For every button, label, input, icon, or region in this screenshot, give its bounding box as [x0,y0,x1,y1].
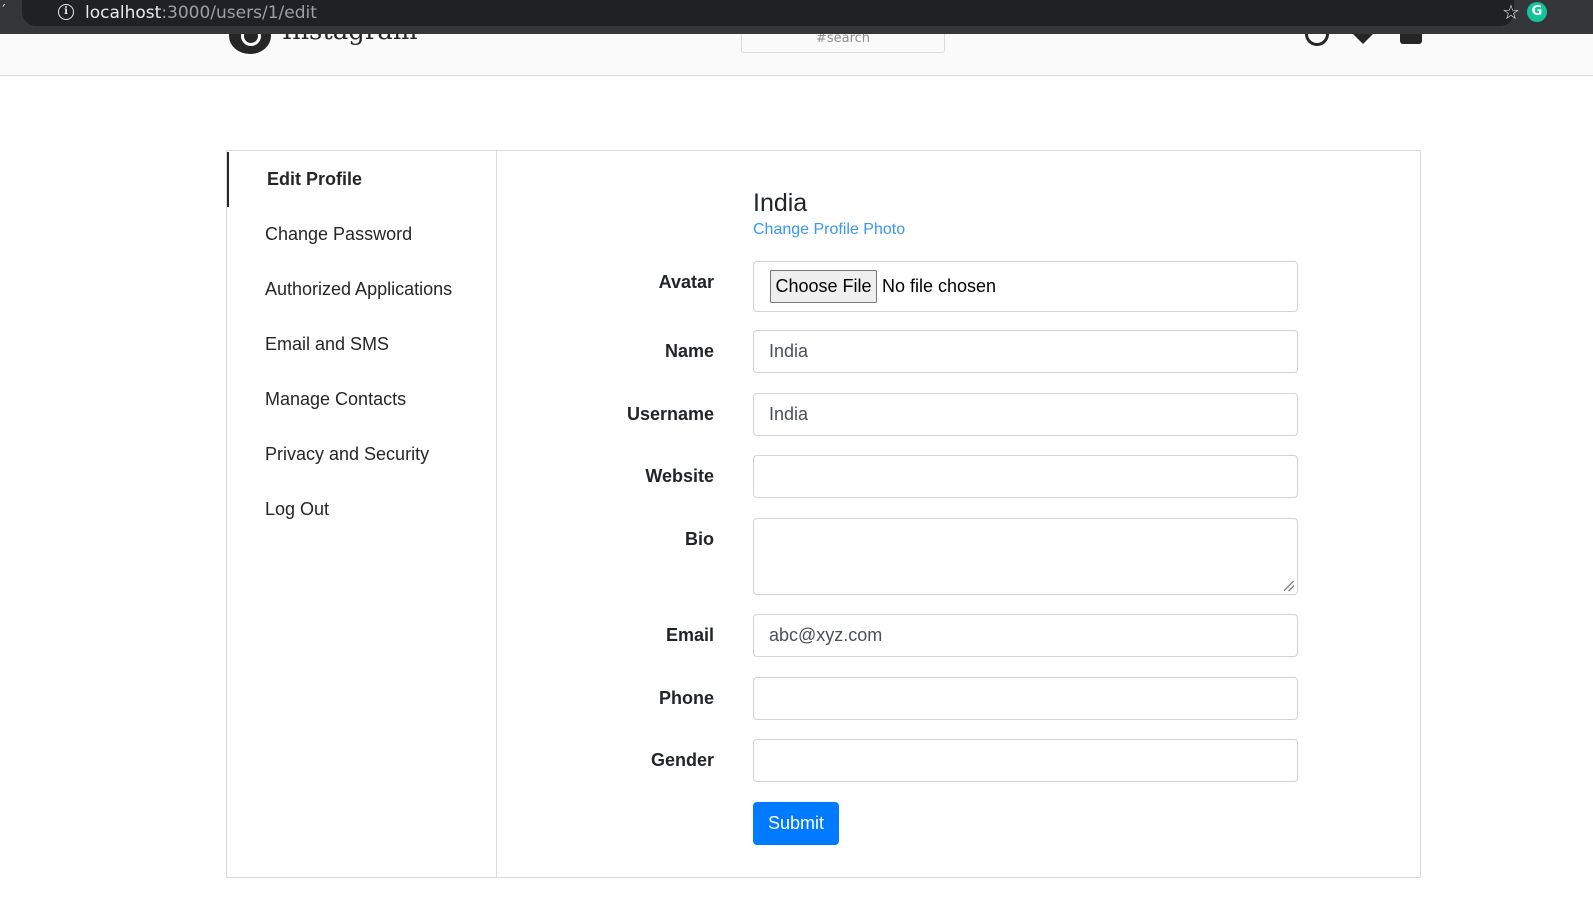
name-label: Name [664,341,714,361]
file-status-text: No file chosen [882,276,997,296]
sidebar-item-edit-profile[interactable]: Edit Profile [227,152,496,207]
website-label: Website [645,466,714,486]
resize-grip-icon[interactable] [1284,581,1294,591]
sidebar-item-log-out[interactable]: Log Out [227,482,496,537]
settings-card: Edit Profile Change Password Authorized … [226,150,1421,878]
bookmark-star-icon[interactable]: ☆ [1500,0,1522,24]
instagram-logo-icon[interactable] [229,34,271,54]
phone-label: Phone [658,688,714,708]
url-path: :3000/users/1/edit [161,3,317,23]
brand-name[interactable]: Instagram [282,34,418,46]
browser-toolbar: ´ i localhost:3000/users/1/edit ☆ G [0,0,1593,34]
sidebar-item-manage-contacts[interactable]: Manage Contacts [227,372,496,427]
choose-file-button[interactable]: Choose File [770,270,877,303]
explore-compass-icon[interactable] [1305,34,1329,46]
sidebar-item-change-password[interactable]: Change Password [227,207,496,262]
search-placeholder: #search [815,34,871,46]
profile-user-icon[interactable] [1400,34,1422,44]
sidebar-item-authorized-applications[interactable]: Authorized Applications [227,262,496,317]
edit-profile-form: India Change Profile Photo Avatar Choose… [497,151,1420,877]
change-profile-photo-link[interactable]: Change Profile Photo [753,220,905,240]
url-text[interactable]: localhost:3000/users/1/edit [85,2,317,24]
avatar-label: Avatar [658,272,714,292]
search-input[interactable]: #search [741,34,945,53]
email-label: Email [665,625,714,645]
url-host: localhost [85,3,162,23]
back-button-edge[interactable]: ´ [0,4,7,20]
heart-icon[interactable] [1352,34,1374,44]
name-input[interactable] [753,330,1298,373]
gender-label: Gender [650,750,714,770]
username-input[interactable] [753,393,1298,436]
sidebar-item-privacy-security[interactable]: Privacy and Security [227,427,496,482]
avatar-file-input[interactable]: Choose File No file chosen [753,261,1298,312]
settings-sidebar: Edit Profile Change Password Authorized … [227,151,497,877]
bio-label: Bio [685,529,714,549]
grammarly-extension-icon[interactable]: G [1527,2,1547,22]
submit-button[interactable]: Submit [753,802,839,845]
site-info-icon[interactable]: i [58,4,74,20]
address-bar[interactable]: i localhost:3000/users/1/edit ☆ [22,0,1520,26]
sidebar-item-email-sms[interactable]: Email and SMS [227,317,496,372]
gender-input[interactable] [753,739,1298,782]
phone-input[interactable] [753,677,1298,720]
profile-username-heading: India [753,189,808,217]
website-input[interactable] [753,455,1298,498]
username-label: Username [626,404,714,424]
email-input[interactable] [753,614,1298,657]
app-navbar: Instagram #search [0,34,1593,76]
bio-textarea[interactable] [753,518,1298,595]
